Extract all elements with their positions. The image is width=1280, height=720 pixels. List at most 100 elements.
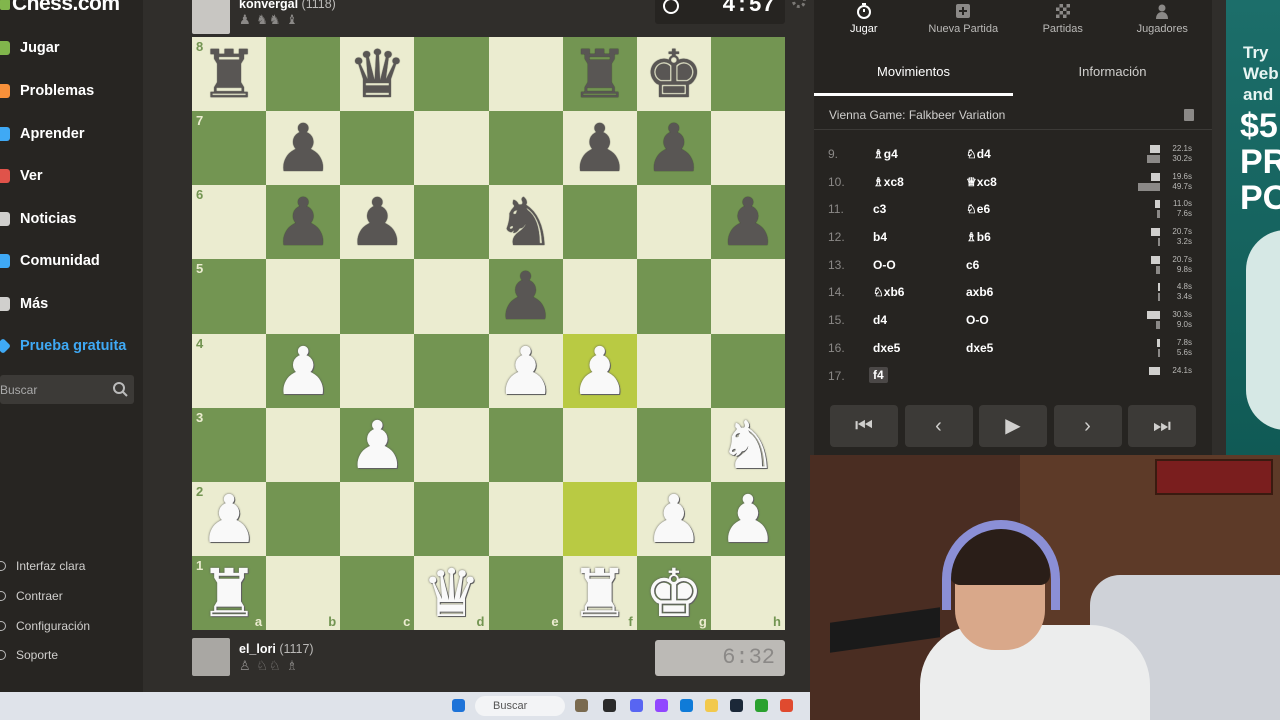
square-c4[interactable] (340, 333, 415, 408)
square-a3[interactable]: 3 (192, 407, 267, 482)
white-pawn-icon[interactable]: ♟ (718, 486, 777, 552)
square-d6[interactable] (414, 185, 489, 260)
bottom-player-name[interactable]: el_lori (1117) (239, 642, 314, 656)
square-f5[interactable] (562, 259, 637, 334)
white-pawn-icon[interactable]: ♟ (274, 338, 333, 404)
square-d8[interactable] (414, 37, 489, 112)
square-b7[interactable]: ♟ (266, 111, 341, 186)
black-move[interactable]: c6 (966, 258, 979, 272)
sidebar-item-comunidad[interactable]: Comunidad (0, 246, 143, 276)
settings-gear-icon[interactable] (792, 0, 806, 8)
square-c5[interactable] (340, 259, 415, 334)
square-h8[interactable] (710, 37, 785, 112)
tab-nueva-partida[interactable]: Nueva Partida (914, 0, 1014, 44)
square-e4[interactable]: ♟ (488, 333, 563, 408)
square-d4[interactable] (414, 333, 489, 408)
black-queen-icon[interactable]: ♛ (348, 41, 407, 107)
square-f8[interactable]: ♜ (562, 37, 637, 112)
square-c2[interactable] (340, 481, 415, 556)
square-a5[interactable]: 5 (192, 259, 267, 334)
black-move[interactable]: ♘d4 (966, 147, 991, 161)
play-button[interactable]: ▶ (979, 405, 1047, 447)
square-e7[interactable] (488, 111, 563, 186)
square-h2[interactable]: ♟ (710, 481, 785, 556)
square-g5[interactable] (636, 259, 711, 334)
square-f4[interactable]: ♟ (562, 333, 637, 408)
square-e5[interactable]: ♟ (488, 259, 563, 334)
square-h6[interactable]: ♟ (710, 185, 785, 260)
square-f2[interactable] (562, 481, 637, 556)
square-c3[interactable]: ♟ (340, 407, 415, 482)
white-pawn-icon[interactable]: ♟ (644, 486, 703, 552)
square-e3[interactable] (488, 407, 563, 482)
sidebar-footer-item[interactable]: Configuración (0, 616, 143, 636)
square-g4[interactable] (636, 333, 711, 408)
sidebar-item-aprender[interactable]: Aprender (0, 119, 143, 149)
taskbar-search[interactable]: Buscar (475, 696, 565, 716)
sidebar-item-trial[interactable]: Prueba gratuita (0, 331, 143, 361)
white-pawn-icon[interactable]: ♟ (496, 338, 555, 404)
square-b6[interactable]: ♟ (266, 185, 341, 260)
white-move[interactable]: ♗xc8 (873, 175, 904, 189)
square-c1[interactable]: c (340, 555, 415, 630)
square-h4[interactable] (710, 333, 785, 408)
white-rook-icon[interactable]: ♜ (570, 560, 629, 626)
black-pawn-icon[interactable]: ♟ (644, 115, 703, 181)
square-g2[interactable]: ♟ (636, 481, 711, 556)
white-pawn-icon[interactable]: ♟ (199, 486, 258, 552)
white-move[interactable]: O-O (873, 258, 896, 272)
edge-icon[interactable] (680, 699, 693, 712)
square-a1[interactable]: ♜ 1 a (192, 555, 267, 630)
taskbar-app-icon[interactable] (603, 699, 616, 712)
black-move[interactable]: ♘e6 (966, 202, 990, 216)
square-c6[interactable]: ♟ (340, 185, 415, 260)
sidebar-item-ver[interactable]: Ver (0, 161, 143, 191)
black-pawn-icon[interactable]: ♟ (496, 263, 555, 329)
tab-info[interactable]: Información (1013, 52, 1212, 96)
black-rook-icon[interactable]: ♜ (199, 41, 258, 107)
square-a2[interactable]: ♟ 2 (192, 481, 267, 556)
chess-logo[interactable]: Chess.com (0, 0, 120, 16)
square-f7[interactable]: ♟ (562, 111, 637, 186)
black-move[interactable]: ♕xc8 (966, 175, 997, 189)
sidebar-item-problemas[interactable]: Problemas (0, 76, 143, 106)
square-c7[interactable] (340, 111, 415, 186)
taskbar-app-icon[interactable] (655, 699, 668, 712)
white-move[interactable]: f4 (869, 366, 888, 383)
book-icon[interactable] (1184, 109, 1194, 121)
square-d5[interactable] (414, 259, 489, 334)
square-e2[interactable] (488, 481, 563, 556)
last-move-button[interactable]: ⏭ (1128, 405, 1196, 447)
square-f6[interactable] (562, 185, 637, 260)
tab-moves[interactable]: Movimientos (814, 52, 1013, 96)
sidebar-item-jugar[interactable]: Jugar (0, 33, 143, 63)
square-b4[interactable]: ♟ (266, 333, 341, 408)
black-pawn-icon[interactable]: ♟ (718, 189, 777, 255)
sidebar-item-noticias[interactable]: Noticias (0, 204, 143, 234)
next-move-button[interactable]: › (1053, 405, 1122, 447)
square-a6[interactable]: 6 (192, 185, 267, 260)
square-h5[interactable] (710, 259, 785, 334)
white-move[interactable]: b4 (873, 230, 887, 244)
square-h7[interactable] (710, 111, 785, 186)
square-h1[interactable]: h (710, 555, 785, 630)
white-move[interactable]: ♗g4 (873, 147, 898, 161)
square-a8[interactable]: ♜ 8 (192, 37, 267, 112)
sidebar-item-más[interactable]: Más (0, 289, 143, 319)
chess-board[interactable]: ♜ 8 ♛ ♜ ♚ 7 ♟ ♟ ♟ 6 ♟ ♟ ♞ ♟ 5 ♟ 4 ♟ ♟ ♟ 3 ♟ ♞ ♟ 2 ♟ ♟ ♜ 1 a b c ♛ d e ♜ f ♚ g h (192, 37, 785, 630)
windows-start-icon[interactable] (452, 699, 465, 712)
advertisement[interactable]: Try Web and $5 PR PO (1226, 0, 1280, 455)
sidebar-footer-item[interactable]: Soporte (0, 645, 143, 665)
black-move[interactable]: ♗b6 (966, 230, 991, 244)
top-player-name[interactable]: konvergal (1118) (239, 0, 336, 11)
white-pawn-icon[interactable]: ♟ (348, 412, 407, 478)
chrome-icon[interactable] (755, 699, 768, 712)
sidebar-footer-item[interactable]: Interfaz clara (0, 556, 143, 576)
bottom-player-avatar[interactable] (192, 638, 230, 676)
black-move[interactable]: O-O (966, 313, 989, 327)
square-g7[interactable]: ♟ (636, 111, 711, 186)
square-c8[interactable]: ♛ (340, 37, 415, 112)
first-move-button[interactable]: ⏮ (830, 405, 898, 447)
white-move[interactable]: ♘xb6 (873, 285, 904, 299)
sidebar-footer-item[interactable]: Contraer (0, 586, 143, 606)
